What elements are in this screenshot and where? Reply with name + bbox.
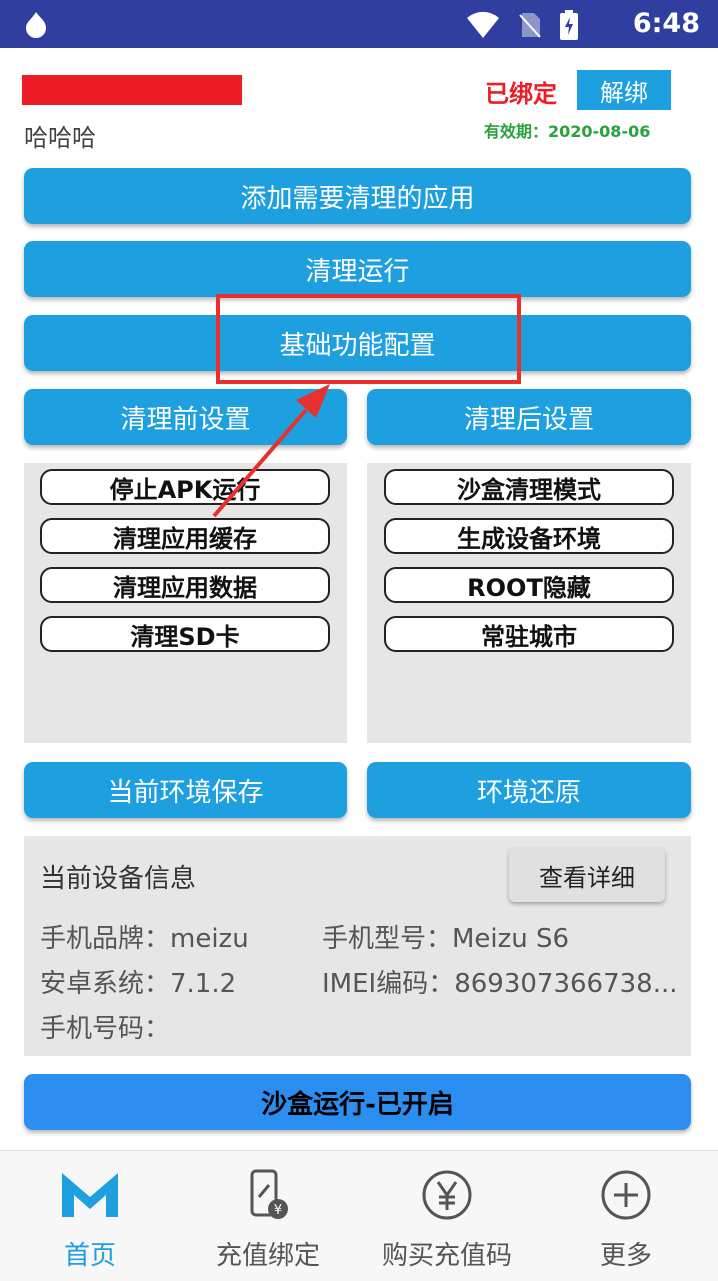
nav-more[interactable]: 更多 <box>536 1151 716 1281</box>
post-clean-options-panel: 沙盒清理模式 生成设备环境 ROOT隐藏 常驻城市 <box>367 463 691 743</box>
basic-config-button[interactable]: 基础功能配置 <box>24 315 691 371</box>
nav-home[interactable]: 首页 <box>0 1151 180 1281</box>
resident-city-option[interactable]: 常驻城市 <box>384 616 674 652</box>
clean-run-button[interactable]: 清理运行 <box>24 241 691 297</box>
root-hide-option[interactable]: ROOT隐藏 <box>384 567 674 603</box>
m-logo-icon <box>62 1173 118 1217</box>
bound-status: 已绑定 <box>485 80 557 108</box>
imei-code: IMEI编码：869307366738... <box>322 969 678 999</box>
view-details-button[interactable]: 查看详细 <box>509 848 665 902</box>
pre-clean-options-panel: 停止APK运行 清理应用缓存 清理应用数据 清理SD卡 <box>24 463 347 743</box>
device-info-title: 当前设备信息 <box>40 864 197 894</box>
device-info-panel: 当前设备信息 查看详细 手机品牌：meizu 手机型号：Meizu S6 安卓系… <box>24 836 691 1056</box>
nav-recharge-bind-label: 充值绑定 <box>215 1241 320 1271</box>
unbind-button[interactable]: 解绑 <box>577 70 671 110</box>
plus-circle-icon <box>601 1170 651 1220</box>
sandbox-clean-mode-option[interactable]: 沙盒清理模式 <box>384 469 674 505</box>
wifi-icon <box>467 11 499 38</box>
sandbox-run-button[interactable]: 沙盒运行-已开启 <box>24 1074 691 1130</box>
add-app-button[interactable]: 添加需要清理的应用 <box>24 168 691 224</box>
app-notification-icon <box>26 12 46 38</box>
save-env-button[interactable]: 当前环境保存 <box>24 762 347 818</box>
yen-circle-icon <box>422 1170 472 1220</box>
android-version: 安卓系统：7.1.2 <box>40 969 237 999</box>
clear-sd-card-option[interactable]: 清理SD卡 <box>40 616 330 652</box>
redacted-account-bar <box>22 75 242 105</box>
clear-app-data-option[interactable]: 清理应用数据 <box>40 567 330 603</box>
nav-more-label: 更多 <box>599 1241 652 1271</box>
expiry-date: 有效期：2020-08-06 <box>484 122 651 141</box>
nav-home-label: 首页 <box>63 1241 116 1271</box>
no-sim-icon <box>519 13 541 38</box>
status-time: 6:48 <box>632 8 700 39</box>
bottom-navigation: 首页 ¥ 充值绑定 购买充值码 更多 <box>0 1150 718 1281</box>
svg-text:¥: ¥ <box>274 1203 282 1218</box>
phone-number: 手机号码： <box>40 1014 171 1044</box>
username-label: 哈哈哈 <box>24 124 96 152</box>
phone-brand: 手机品牌：meizu <box>40 924 249 954</box>
restore-env-button[interactable]: 环境还原 <box>367 762 691 818</box>
post-clean-settings-button[interactable]: 清理后设置 <box>367 389 691 445</box>
generate-device-env-option[interactable]: 生成设备环境 <box>384 518 674 554</box>
nav-recharge-bind[interactable]: ¥ 充值绑定 <box>178 1151 358 1281</box>
phone-recharge-icon: ¥ <box>250 1169 288 1219</box>
pre-clean-settings-button[interactable]: 清理前设置 <box>24 389 347 445</box>
status-bar: 6:48 <box>0 0 718 48</box>
phone-model: 手机型号：Meizu S6 <box>322 924 570 954</box>
battery-icon <box>560 10 578 40</box>
clear-app-cache-option[interactable]: 清理应用缓存 <box>40 518 330 554</box>
nav-buy-code[interactable]: 购买充值码 <box>357 1151 537 1281</box>
nav-buy-code-label: 购买充值码 <box>381 1241 512 1271</box>
stop-apk-option[interactable]: 停止APK运行 <box>40 469 330 505</box>
